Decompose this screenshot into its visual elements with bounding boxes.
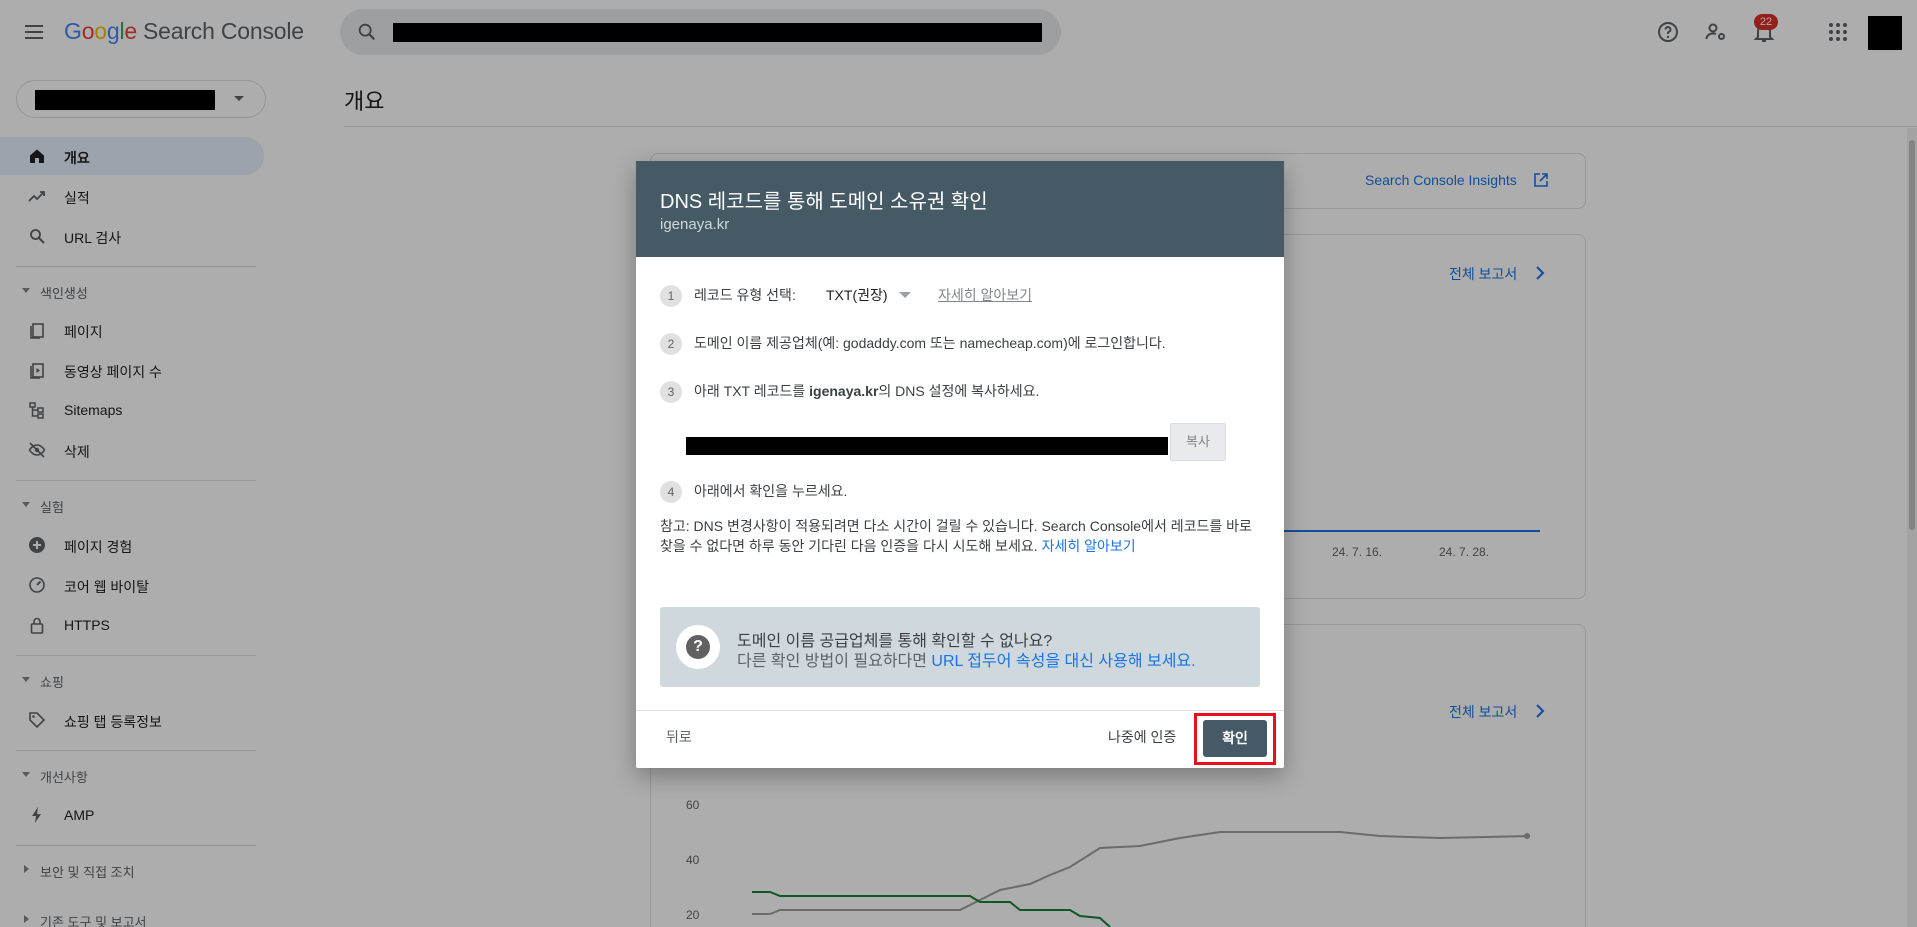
dns-note: 참고: DNS 변경사항이 적용되려면 다소 시간이 걸릴 수 있습니다. Se…	[660, 518, 1252, 554]
help-icon: ?	[676, 625, 720, 669]
url-prefix-link[interactable]: URL 접두어 속성을 대신 사용해 보세요.	[931, 653, 1195, 670]
dialog-header: DNS 레코드를 통해 도메인 소유권 확인 igenaya.kr	[636, 161, 1284, 257]
step-text: 아래에서 확인을 누르세요.	[694, 483, 848, 499]
record-type-select[interactable]: TXT(권장)	[826, 285, 888, 305]
divider	[636, 710, 1284, 711]
verify-later-button[interactable]: 나중에 인증	[1108, 727, 1176, 747]
chevron-down-icon[interactable]	[899, 292, 911, 298]
step-text: 아래 TXT 레코드를 igenaya.kr의 DNS 설정에 복사하세요.	[694, 383, 1040, 399]
step-number: 4	[660, 481, 682, 503]
step-number: 3	[660, 381, 682, 403]
dns-verification-dialog: DNS 레코드를 통해 도메인 소유권 확인 igenaya.kr 1 레코드 …	[636, 161, 1284, 768]
learn-more-link[interactable]: 자세히 알아보기	[1042, 538, 1136, 554]
txt-record-value[interactable]	[686, 437, 1168, 455]
dialog-title: DNS 레코드를 통해 도메인 소유권 확인	[660, 191, 988, 213]
dialog-subtitle: igenaya.kr	[660, 216, 730, 233]
step-text: 레코드 유형 선택:	[694, 287, 796, 303]
alternative-method-box: ? 도메인 이름 공급업체를 통해 확인할 수 없나요? 다른 확인 방법이 필…	[660, 607, 1260, 687]
help-description: 다른 확인 방법이 필요하다면 URL 접두어 속성을 대신 사용해 보세요.	[737, 653, 1196, 670]
back-button[interactable]: 뒤로	[666, 727, 692, 747]
step-number: 2	[660, 333, 682, 355]
step-text: 도메인 이름 제공업체(예: godaddy.com 또는 namecheap.…	[694, 335, 1166, 351]
copy-button[interactable]: 복사	[1170, 423, 1226, 461]
verify-button[interactable]: 확인	[1203, 720, 1267, 757]
step-number: 1	[660, 285, 682, 307]
domain-name: igenaya.kr	[809, 383, 879, 399]
learn-more-link[interactable]: 자세히 알아보기	[938, 285, 1032, 305]
question-mark-icon: ?	[686, 635, 710, 659]
